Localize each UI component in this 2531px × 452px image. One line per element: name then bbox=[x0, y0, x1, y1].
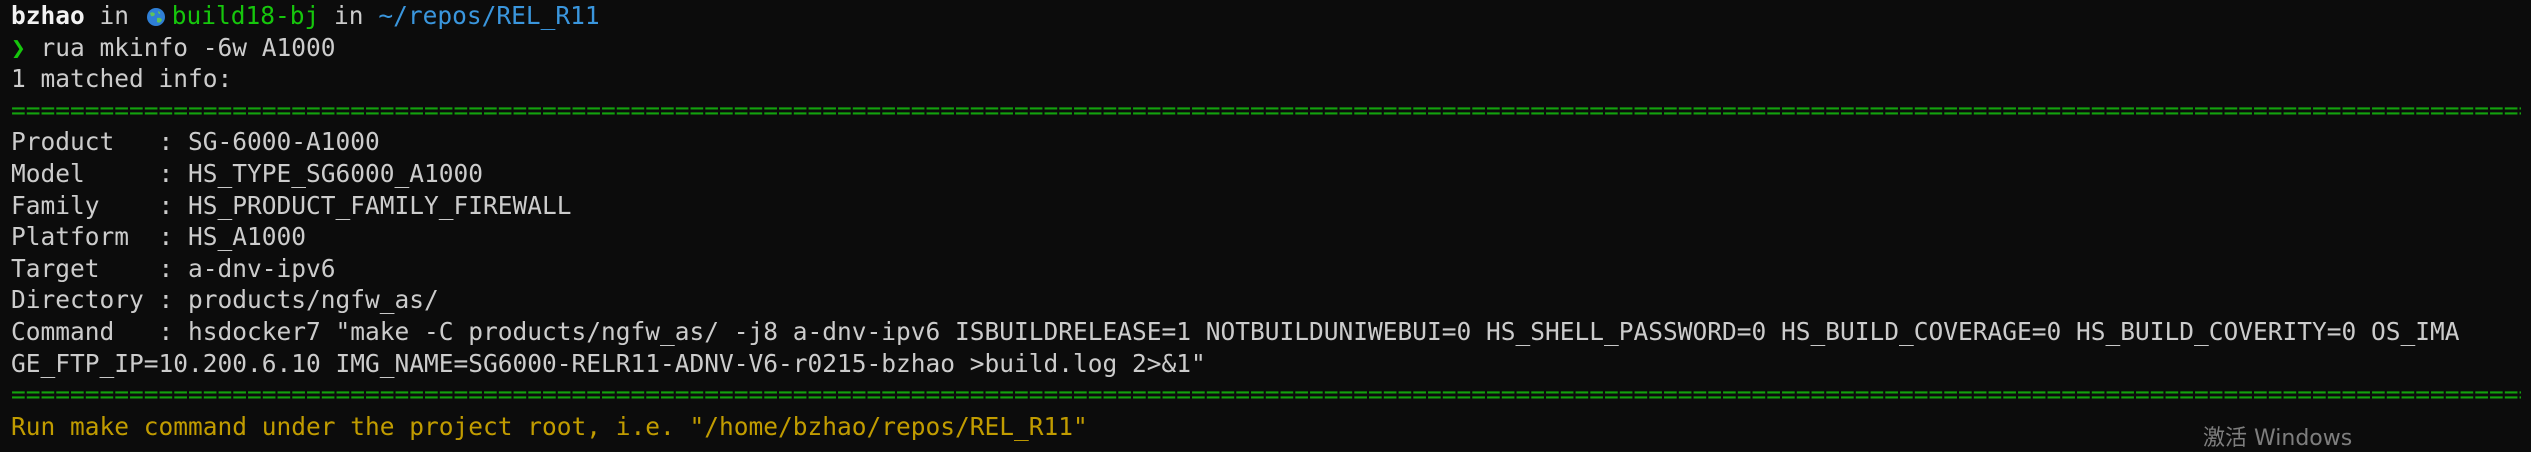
field-product: Product : SG-6000-A1000 bbox=[11, 126, 2521, 158]
terminal-output[interactable]: bzhao in build18-bj in ~/repos/REL_R11 ❯… bbox=[11, 0, 2521, 442]
hint-line: Run make command under the project root,… bbox=[11, 411, 1088, 441]
prompt-user: bzhao bbox=[11, 1, 85, 30]
field-command-continuation: GE_FTP_IP=10.200.6.10 IMG_NAME=SG6000-RE… bbox=[11, 348, 1206, 378]
field-value: hsdocker7 "make -C products/ngfw_as/ -j8… bbox=[188, 316, 2460, 346]
field-value: a-dnv-ipv6 bbox=[188, 253, 336, 283]
match-count-line: 1 matched info: bbox=[11, 64, 233, 94]
field-key: Product : bbox=[11, 127, 189, 157]
field-directory: Directory : products/ngfw_as/ bbox=[11, 284, 2521, 316]
field-key: Target : bbox=[11, 253, 189, 283]
field-key: Command : bbox=[11, 316, 189, 346]
field-key: Family : bbox=[11, 190, 189, 220]
field-target: Target : a-dnv-ipv6 bbox=[11, 253, 2521, 285]
field-family: Family : HS_PRODUCT_FAMILY_FIREWALL bbox=[11, 190, 2521, 222]
prompt-separator-2: in bbox=[319, 1, 379, 30]
field-platform: Platform : HS_A1000 bbox=[11, 221, 2521, 253]
field-command: Command : hsdocker7 "make -C products/ng… bbox=[11, 316, 2521, 348]
field-key: Platform : bbox=[11, 222, 189, 252]
shell-prompt: bzhao in build18-bj in ~/repos/REL_R11 bbox=[11, 0, 2521, 32]
field-model: Model : HS_TYPE_SG6000_A1000 bbox=[11, 158, 2521, 190]
command-line: ❯ rua mkinfo -6w A1000 bbox=[11, 32, 2521, 64]
command-text: rua mkinfo -6w A1000 bbox=[25, 32, 336, 62]
field-value: HS_A1000 bbox=[188, 222, 307, 252]
globe-icon bbox=[146, 3, 166, 26]
windows-activation-watermark: 激活 Windows bbox=[2203, 426, 2353, 451]
separator-top: ========================================… bbox=[11, 95, 2521, 125]
prompt-chevron-icon: ❯ bbox=[11, 32, 26, 62]
prompt-host: build18-bj bbox=[171, 1, 320, 30]
prompt-separator: in bbox=[84, 1, 144, 30]
field-value: SG-6000-A1000 bbox=[188, 127, 380, 157]
field-key: Directory : bbox=[11, 285, 189, 315]
field-value: HS_PRODUCT_FAMILY_FIREWALL bbox=[188, 190, 572, 220]
separator-bottom: ========================================… bbox=[11, 380, 2521, 410]
prompt-path: ~/repos/REL_R11 bbox=[378, 1, 600, 30]
field-key: Model : bbox=[11, 158, 189, 188]
field-value: HS_TYPE_SG6000_A1000 bbox=[188, 158, 484, 188]
field-value: products/ngfw_as/ bbox=[188, 285, 439, 315]
